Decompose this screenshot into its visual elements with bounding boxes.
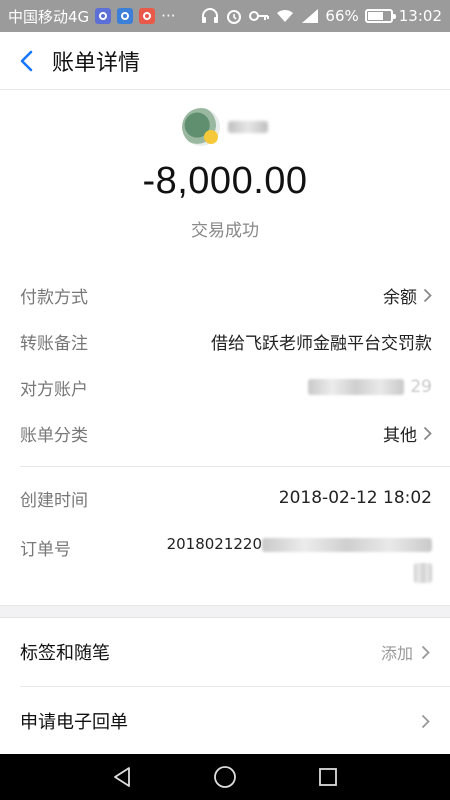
counterparty-suffix: 29	[410, 377, 432, 397]
payment-method-value: 余额	[383, 287, 417, 308]
remark-value: 借给飞跃老师金融平台交罚款	[211, 333, 432, 354]
wifi-icon	[277, 9, 294, 22]
e-receipt-label: 申请电子回单	[20, 712, 128, 733]
battery-percent: 66%	[325, 7, 359, 25]
chevron-right-icon	[421, 714, 430, 728]
tags-and-notes-item[interactable]: 标签和随笔 添加	[0, 618, 450, 686]
app-notification-icon	[139, 8, 156, 24]
status-bar: 中国移动4G ··· 66% 13:02	[0, 0, 450, 32]
category-label: 账单分类	[20, 425, 88, 446]
order-number-redacted-tail	[414, 563, 432, 583]
order-number-row: 订单号 2018021220	[20, 535, 432, 583]
created-time-row: 创建时间 2018-02-12 18:02	[20, 484, 432, 512]
action-list: 标签和随笔 添加 申请电子回单	[0, 617, 450, 754]
chevron-right-icon	[423, 288, 432, 302]
chevron-left-icon	[20, 50, 33, 71]
page-title: 账单详情	[52, 50, 141, 76]
recipient-name-redacted	[228, 121, 268, 133]
nav-recents-button[interactable]	[314, 763, 342, 791]
app-notification-icon	[95, 8, 112, 24]
remark-row: 转账备注 借给飞跃老师金融平台交罚款	[20, 327, 432, 355]
key-icon	[249, 11, 270, 21]
headphones-icon	[202, 8, 219, 23]
order-number-label: 订单号	[20, 540, 71, 560]
order-number-value: 2018021220	[116, 535, 432, 583]
divider	[20, 466, 450, 467]
created-time-value: 2018-02-12 18:02	[278, 488, 432, 508]
circle-home-icon	[214, 766, 236, 788]
counterparty-label: 对方账户	[20, 379, 88, 400]
header-bar: 账单详情	[0, 32, 450, 90]
order-number-redacted	[262, 537, 432, 552]
nav-back-button[interactable]	[108, 763, 136, 791]
alarm-icon	[227, 10, 242, 24]
remark-label: 转账备注	[20, 333, 88, 354]
avatar	[182, 108, 220, 146]
chevron-right-icon	[423, 426, 432, 440]
counterparty-value: 29	[308, 377, 432, 397]
bill-detail-panel: -8,000.00 交易成功 付款方式 余额 转账备注 借给飞跃老师金融平台交罚…	[0, 90, 450, 605]
battery-icon	[364, 9, 396, 23]
square-recents-icon	[319, 768, 338, 786]
recipient-info	[0, 108, 450, 146]
transaction-amount: -8,000.00	[142, 160, 308, 202]
tags-and-notes-label: 标签和随笔	[20, 643, 110, 664]
signal-icon	[302, 9, 319, 23]
category-value: 其他	[383, 425, 417, 446]
clock: 13:02	[398, 7, 442, 25]
payment-method-label: 付款方式	[20, 287, 88, 308]
back-button[interactable]	[0, 32, 52, 90]
carrier-label: 中国移动4G	[8, 7, 90, 26]
chevron-right-icon	[421, 645, 430, 659]
navigation-bar	[0, 754, 450, 800]
nav-home-button[interactable]	[211, 763, 239, 791]
order-number-prefix: 2018021220	[166, 535, 262, 553]
created-time-label: 创建时间	[20, 490, 88, 511]
category-row[interactable]: 账单分类 其他	[20, 419, 432, 447]
add-tag-link[interactable]: 添加	[381, 640, 413, 664]
section-gap	[0, 605, 450, 617]
triangle-back-icon	[113, 767, 130, 787]
transaction-status: 交易成功	[191, 221, 259, 241]
payment-method-row[interactable]: 付款方式 余额	[20, 281, 432, 309]
counterparty-account-redacted	[308, 379, 405, 395]
e-receipt-item[interactable]: 申请电子回单	[0, 687, 450, 755]
app-notification-icon	[117, 8, 134, 24]
more-notifications-icon: ···	[161, 7, 176, 25]
counterparty-row: 对方账户 29	[20, 373, 432, 401]
